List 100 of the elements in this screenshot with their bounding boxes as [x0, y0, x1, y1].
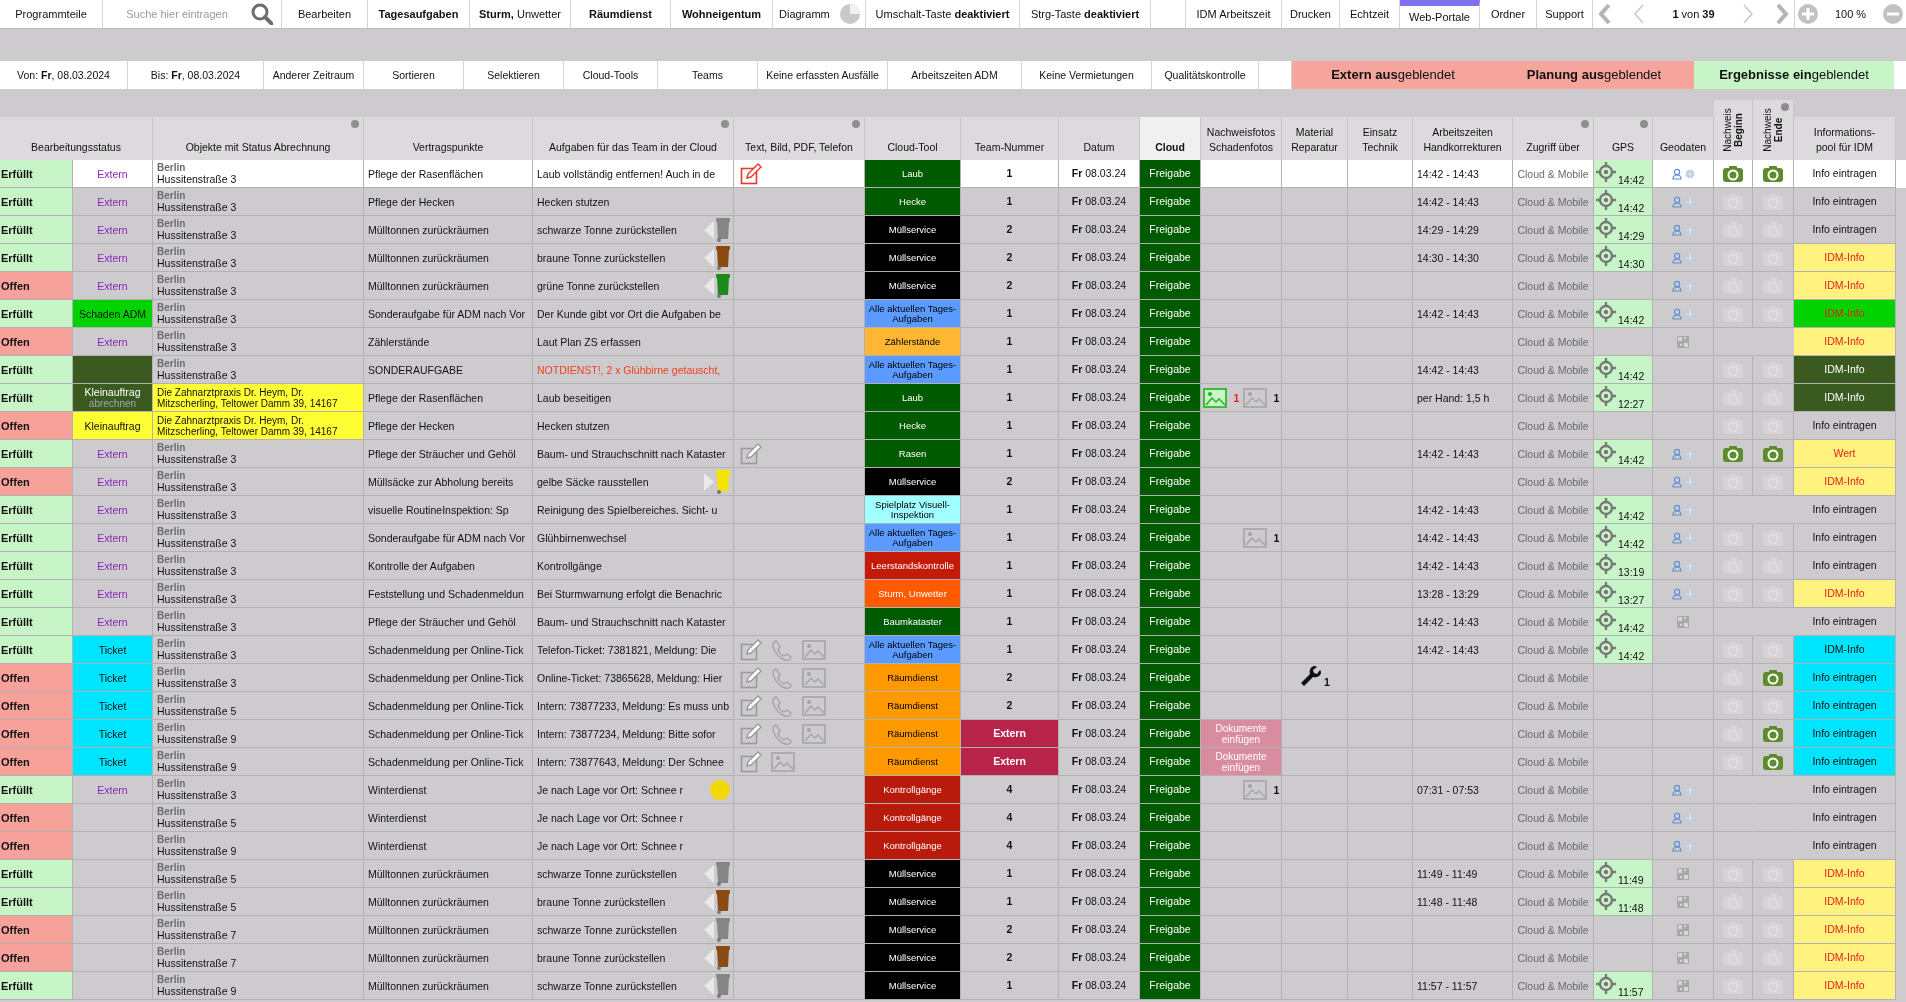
- info-cell[interactable]: IDM-Info: [1794, 972, 1896, 1000]
- filter-icon[interactable]: [1781, 103, 1789, 111]
- target-icon[interactable]: [1596, 246, 1616, 266]
- release-cell[interactable]: Freigabe: [1140, 748, 1201, 776]
- info-cell[interactable]: IDM-Info: [1794, 580, 1896, 608]
- toggle-button[interactable]: Ergebnisse eingeblendet: [1694, 61, 1894, 89]
- target-icon[interactable]: [1596, 610, 1616, 630]
- release-cell[interactable]: Freigabe: [1140, 468, 1201, 496]
- edit-icon[interactable]: [740, 638, 762, 661]
- toggle-button[interactable]: Extern ausgeblendet: [1292, 61, 1494, 89]
- release-cell[interactable]: Freigabe: [1140, 356, 1201, 384]
- target-icon[interactable]: [1596, 358, 1616, 378]
- release-cell[interactable]: Freigabe: [1140, 524, 1201, 552]
- info-cell[interactable]: IDM-Info: [1794, 356, 1896, 384]
- release-cell[interactable]: Freigabe: [1140, 580, 1201, 608]
- info-cell[interactable]: IDM-Info: [1794, 384, 1896, 412]
- camera-icon[interactable]: [1722, 164, 1744, 183]
- target-icon[interactable]: [1596, 974, 1616, 994]
- filter-button[interactable]: Bis: Fr, 08.03.2024: [128, 61, 264, 89]
- image-icon[interactable]: [1202, 386, 1227, 409]
- filter-button[interactable]: Selektieren: [464, 61, 564, 89]
- release-cell[interactable]: Freigabe: [1140, 636, 1201, 664]
- image-icon[interactable]: [1242, 526, 1267, 549]
- filter-button[interactable]: Keine Vermietungen: [1022, 61, 1152, 89]
- zoom-in-icon[interactable]: [1797, 3, 1819, 25]
- filter-button[interactable]: Sortieren: [364, 61, 464, 89]
- image-icon[interactable]: [802, 722, 826, 745]
- filter-button[interactable]: Arbeitszeiten ADM: [888, 61, 1022, 89]
- release-cell[interactable]: Freigabe: [1140, 328, 1201, 356]
- target-icon[interactable]: [1596, 442, 1616, 462]
- target-icon[interactable]: [1596, 162, 1616, 182]
- edit-icon[interactable]: [740, 694, 762, 717]
- info-cell[interactable]: IDM-Info: [1794, 636, 1896, 664]
- release-cell[interactable]: Freigabe: [1140, 552, 1201, 580]
- filter-icon[interactable]: [1640, 120, 1648, 128]
- toolbar-button[interactable]: Räumdienst: [571, 0, 671, 28]
- info-cell[interactable]: Info eintragen: [1794, 720, 1896, 748]
- target-icon[interactable]: [1596, 582, 1616, 602]
- target-icon[interactable]: [1596, 386, 1616, 406]
- target-icon[interactable]: [1596, 890, 1616, 910]
- camera-icon[interactable]: [1762, 668, 1784, 687]
- target-icon[interactable]: [1596, 526, 1616, 546]
- release-cell[interactable]: Freigabe: [1140, 832, 1201, 860]
- info-cell[interactable]: IDM-Info: [1794, 916, 1896, 944]
- filter-button[interactable]: Von: Fr, 08.03.2024: [0, 61, 128, 89]
- release-cell[interactable]: Freigabe: [1140, 776, 1201, 804]
- info-cell[interactable]: Info eintragen: [1794, 692, 1896, 720]
- camera-icon[interactable]: [1762, 724, 1784, 743]
- info-cell[interactable]: IDM-Info: [1794, 888, 1896, 916]
- release-cell[interactable]: Freigabe: [1140, 188, 1201, 216]
- filter-button[interactable]: Anderer Zeitraum: [264, 61, 364, 89]
- info-cell[interactable]: IDM-Info: [1794, 328, 1896, 356]
- search-icon[interactable]: [251, 3, 273, 25]
- release-cell[interactable]: Freigabe: [1140, 160, 1201, 188]
- target-icon[interactable]: [1596, 638, 1616, 658]
- release-cell[interactable]: Freigabe: [1140, 804, 1201, 832]
- image-icon[interactable]: [802, 638, 826, 661]
- filter-button[interactable]: Teams: [658, 61, 758, 89]
- filter-icon[interactable]: [852, 120, 860, 128]
- edit-icon[interactable]: [740, 442, 762, 465]
- zoom-out-icon[interactable]: [1882, 3, 1904, 25]
- info-cell[interactable]: IDM-Info: [1794, 272, 1896, 300]
- phone-icon[interactable]: [771, 666, 793, 689]
- info-cell[interactable]: Info eintragen: [1794, 664, 1896, 692]
- release-cell[interactable]: Freigabe: [1140, 888, 1201, 916]
- target-icon[interactable]: [1596, 302, 1616, 322]
- phone-icon[interactable]: [771, 694, 793, 717]
- edit-icon[interactable]: [740, 162, 762, 185]
- toolbar-button[interactable]: Umschalt-Taste deaktiviert: [866, 0, 1020, 28]
- toolbar-button[interactable]: Drucken: [1282, 0, 1340, 28]
- release-cell[interactable]: Freigabe: [1140, 860, 1201, 888]
- image-icon[interactable]: [1242, 386, 1267, 409]
- column-header[interactable]: Vertragspunkte: [412, 140, 484, 155]
- release-cell[interactable]: Freigabe: [1140, 244, 1201, 272]
- release-cell[interactable]: Freigabe: [1140, 664, 1201, 692]
- toolbar-button[interactable]: Web-Portale: [1400, 0, 1480, 28]
- toolbar-button[interactable]: Wohneigentum: [671, 0, 773, 28]
- target-icon[interactable]: [1596, 190, 1616, 210]
- image-icon[interactable]: [802, 694, 826, 717]
- toolbar-button[interactable]: Bearbeiten: [282, 0, 368, 28]
- release-cell[interactable]: Freigabe: [1140, 972, 1201, 1000]
- toolbar-button[interactable]: Sturm, Unwetter: [470, 0, 571, 28]
- info-cell[interactable]: IDM-Info: [1794, 468, 1896, 496]
- target-icon[interactable]: [1596, 862, 1616, 882]
- image-icon[interactable]: [771, 750, 795, 773]
- filter-icon[interactable]: [721, 120, 729, 128]
- target-icon[interactable]: [1596, 554, 1616, 574]
- table-row[interactable]: Erfüllt Extern Berlin Hussitenstraße 3 Pflege der Rasenflächen Laub vollständig entfernen! Auch in de Laub 1 Fr 08.03.24 Freigabe 14:42 - 14:43 Cloud & Mobile 14:42 Info eintragen: [0, 160, 1906, 188]
- release-cell[interactable]: Freigabe: [1140, 384, 1201, 412]
- filter-icon[interactable]: [351, 120, 359, 128]
- phone-icon[interactable]: [771, 722, 793, 745]
- info-cell[interactable]: IDM-Info: [1794, 860, 1896, 888]
- phone-icon[interactable]: [771, 638, 793, 661]
- toolbar-button[interactable]: Ordner: [1480, 0, 1537, 28]
- target-icon[interactable]: [1596, 498, 1616, 518]
- toggle-button[interactable]: Planung ausgeblendet: [1494, 61, 1694, 89]
- release-cell[interactable]: Freigabe: [1140, 944, 1201, 972]
- release-cell[interactable]: Freigabe: [1140, 216, 1201, 244]
- image-icon[interactable]: [1242, 778, 1267, 801]
- release-cell[interactable]: Freigabe: [1140, 440, 1201, 468]
